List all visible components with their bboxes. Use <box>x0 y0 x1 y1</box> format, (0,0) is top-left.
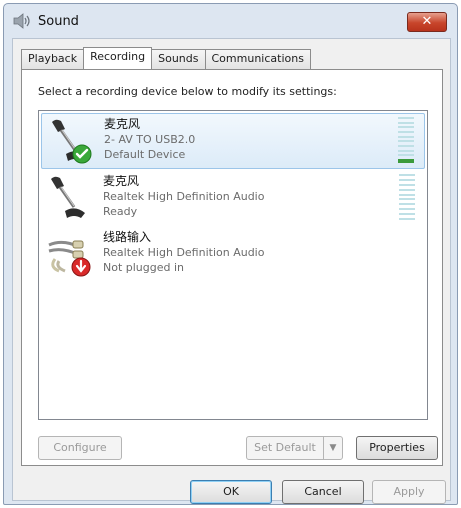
device-driver: 2- AV TO USB2.0 <box>104 133 196 146</box>
tab-playback[interactable]: Playback <box>21 49 85 69</box>
tab-communications[interactable]: Communications <box>204 49 311 69</box>
recording-device-list[interactable]: 麦克风 2- AV TO USB2.0 Default Device 麦克风 R… <box>38 110 428 420</box>
sound-dialog: Sound ✕ Playback Recording Sounds Commun… <box>3 3 458 505</box>
unplugged-arrow-icon <box>71 257 91 277</box>
configure-button[interactable]: Configure <box>38 436 122 460</box>
device-text: 麦克风 2- AV TO USB2.0 Default Device <box>104 117 195 162</box>
speaker-icon <box>13 13 30 29</box>
tab-sounds[interactable]: Sounds <box>151 49 206 69</box>
title-bar[interactable]: Sound ✕ <box>4 4 457 37</box>
device-text: 麦克风 Realtek High Definition Audio Ready <box>103 174 264 219</box>
default-checkmark-icon <box>72 144 92 164</box>
device-item-microphone-usb[interactable]: 麦克风 2- AV TO USB2.0 Default Device <box>41 113 425 169</box>
device-driver: Realtek High Definition Audio <box>103 246 265 259</box>
level-meter <box>398 117 414 163</box>
device-item-microphone-realtek[interactable]: 麦克风 Realtek High Definition Audio Ready <box>41 171 425 227</box>
instruction-text: Select a recording device below to modif… <box>38 85 337 98</box>
recording-tab-page: Select a recording device below to modif… <box>21 69 443 466</box>
device-status: Not plugged in <box>103 261 185 274</box>
set-default-dropdown-arrow-icon[interactable]: ▼ <box>323 436 343 460</box>
apply-button[interactable]: Apply <box>372 480 446 504</box>
ok-button[interactable]: OK <box>190 480 272 504</box>
properties-button[interactable]: Properties <box>356 436 438 460</box>
close-button[interactable]: ✕ <box>407 12 447 32</box>
device-name: 线路输入 <box>103 230 152 244</box>
microphone-icon <box>51 176 85 218</box>
device-status: Ready <box>103 205 138 218</box>
device-text: 线路输入 Realtek High Definition Audio Not p… <box>103 230 264 275</box>
tab-strip: Playback Recording Sounds Communications <box>21 47 311 69</box>
device-item-line-in[interactable]: 线路输入 Realtek High Definition Audio Not p… <box>41 227 425 283</box>
device-status: Default Device <box>104 148 186 161</box>
cancel-button[interactable]: Cancel <box>282 480 364 504</box>
level-meter <box>399 174 415 220</box>
tab-recording[interactable]: Recording <box>83 47 153 69</box>
device-name: 麦克风 <box>104 117 141 131</box>
device-driver: Realtek High Definition Audio <box>103 190 265 203</box>
set-default-button[interactable]: Set Default <box>246 436 324 460</box>
dialog-client-area: Playback Recording Sounds Communications… <box>12 38 451 504</box>
device-name: 麦克风 <box>103 174 140 188</box>
window-title: Sound <box>38 14 79 29</box>
